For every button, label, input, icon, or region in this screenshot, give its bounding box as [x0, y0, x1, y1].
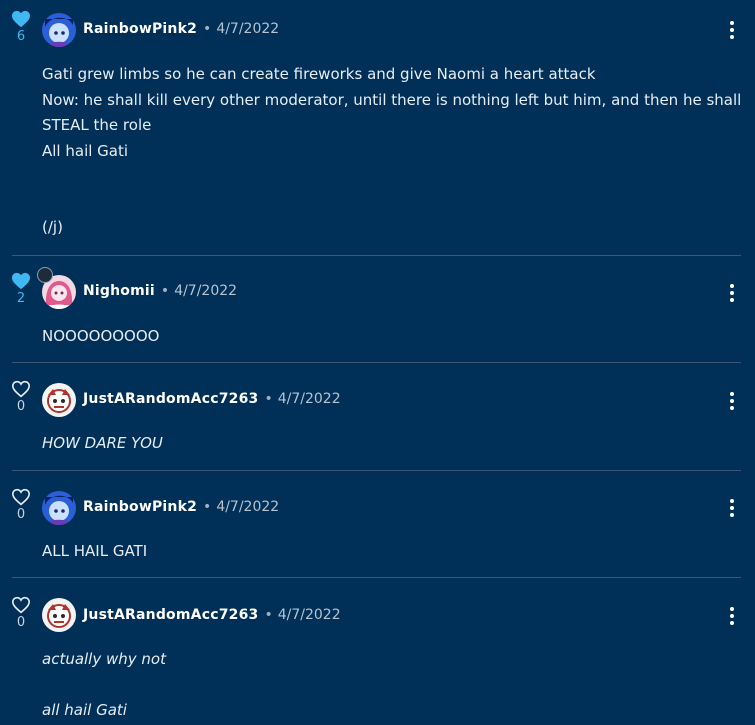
comment-body: ALL HAIL GATI [42, 539, 732, 565]
username-link[interactable]: RainbowPink2 [83, 21, 197, 37]
like-count: 0 [16, 507, 26, 522]
comment-line: ALL HAIL GATI [42, 542, 148, 560]
comment-date: 4/7/2022 [174, 283, 238, 299]
heart-outline-icon[interactable] [11, 488, 31, 506]
comment-line: Gati grew limbs so he can create firewor… [42, 65, 596, 83]
comment-body: NOOOOOOOOO [42, 324, 732, 350]
comment-header: RainbowPink2 • 4/7/2022 [83, 497, 279, 517]
more-vertical-icon[interactable] [726, 21, 738, 39]
comment-line: NOOOOOOOOO [42, 327, 160, 345]
username-link[interactable]: RainbowPink2 [83, 499, 197, 515]
separator: • [203, 21, 212, 37]
avatar[interactable] [42, 598, 76, 632]
like-control[interactable]: 2 [10, 272, 32, 307]
divider [12, 255, 741, 256]
comment-date: 4/7/2022 [216, 21, 280, 37]
divider [12, 362, 741, 363]
comment-line [42, 673, 732, 699]
comment-line: STEAL the role [42, 116, 152, 134]
comment-line: HOW DARE YOU [42, 434, 163, 452]
heart-outline-icon[interactable] [11, 596, 31, 614]
separator: • [264, 607, 273, 623]
comment-line: (/j) [42, 218, 63, 236]
more-vertical-icon[interactable] [726, 499, 738, 517]
divider [12, 470, 741, 471]
like-count: 0 [16, 615, 26, 630]
comment-date: 4/7/2022 [277, 391, 341, 407]
more-vertical-icon[interactable] [726, 392, 738, 410]
separator: • [160, 283, 170, 299]
username-link[interactable]: JustARandomAcc7263 [83, 391, 258, 407]
status-badge [37, 267, 53, 283]
more-vertical-icon[interactable] [726, 607, 738, 625]
comment-header: Nighomii • 4/7/2022 [83, 281, 237, 301]
avatar[interactable] [42, 383, 76, 417]
username-link[interactable]: Nighomii [83, 283, 155, 299]
heart-filled-icon[interactable] [11, 272, 31, 290]
more-vertical-icon[interactable] [726, 284, 738, 302]
divider [12, 577, 741, 578]
avatar[interactable] [42, 13, 76, 47]
like-count: 0 [16, 399, 26, 414]
username-link[interactable]: JustARandomAcc7263 [83, 607, 258, 623]
like-control[interactable]: 0 [10, 380, 32, 415]
comment-header: JustARandomAcc7263 • 4/7/2022 [83, 389, 341, 409]
like-control[interactable]: 6 [10, 10, 32, 45]
comment-date: 4/7/2022 [277, 607, 341, 623]
comment-line [42, 190, 732, 216]
comment-body: actually why not all hail Gati [42, 647, 732, 724]
comment-body: HOW DARE YOU [42, 431, 732, 457]
like-control[interactable]: 0 [10, 596, 32, 631]
comment-line: actually why not [42, 650, 166, 668]
heart-filled-icon[interactable] [11, 10, 31, 28]
comment-line: all hail Gati [42, 701, 127, 719]
comment-date: 4/7/2022 [216, 499, 280, 515]
avatar[interactable] [42, 491, 76, 525]
like-control[interactable]: 0 [10, 488, 32, 523]
like-count: 6 [16, 29, 26, 44]
heart-outline-icon[interactable] [11, 380, 31, 398]
comment-header: JustARandomAcc7263 • 4/7/2022 [83, 605, 341, 625]
separator: • [203, 499, 212, 515]
like-count: 2 [16, 291, 26, 306]
comment-line: Now: he shall kill every other moderator… [42, 90, 742, 109]
comment-thread: 6 RainbowPink2 • 4/7/2022 Gati grew limbs … [0, 0, 755, 725]
comment-line [42, 164, 732, 190]
comment-body: Gati grew limbs so he can create firewor… [42, 62, 742, 241]
comment-line: All hail Gati [42, 141, 129, 160]
separator: • [264, 391, 273, 407]
comment-header: RainbowPink2 • 4/7/2022 [83, 19, 279, 39]
